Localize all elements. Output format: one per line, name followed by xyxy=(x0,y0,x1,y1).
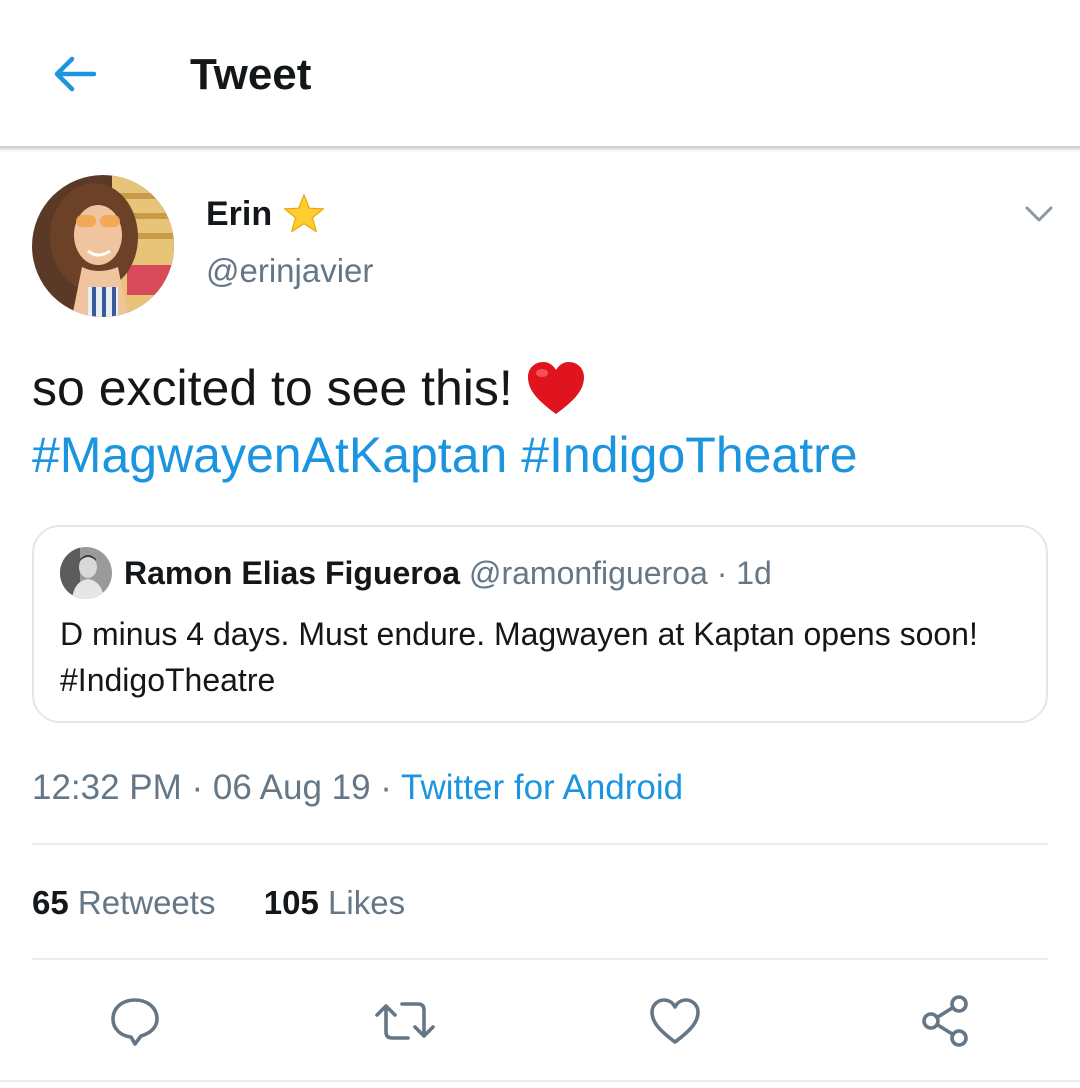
like-button[interactable] xyxy=(644,990,706,1052)
quoted-author-name: Ramon Elias Figueroa xyxy=(124,555,461,591)
page-title: Tweet xyxy=(190,50,312,99)
retweets-count: 65 xyxy=(32,884,69,921)
avatar-image xyxy=(32,175,174,317)
retweets-label: Retweets xyxy=(77,884,216,921)
top-bar: Tweet xyxy=(0,0,1080,148)
author-handle[interactable]: @erinjavier xyxy=(206,252,373,290)
quoted-author-handle: @ramonfigueroa xyxy=(468,555,708,591)
heart-emoji xyxy=(527,362,584,414)
likes-stat[interactable]: 105 Likes xyxy=(264,884,405,921)
quoted-tweet[interactable]: Ramon Elias Figueroa @ramonfigueroa · 1d… xyxy=(32,525,1048,723)
hashtag-link[interactable]: #IndigoTheatre xyxy=(521,427,857,483)
tweet-body: so excited to see this! xyxy=(32,360,513,416)
likes-label: Likes xyxy=(328,884,406,921)
tweet-menu-button[interactable] xyxy=(1018,196,1060,232)
share-icon xyxy=(922,995,968,1047)
reply-button[interactable] xyxy=(104,990,166,1052)
timestamp: 12:32 PM · 06 Aug 19 · xyxy=(32,768,402,807)
quoted-time: 1d xyxy=(736,555,772,591)
likes-count: 105 xyxy=(263,884,319,921)
retweet-button[interactable] xyxy=(374,990,436,1052)
like-icon xyxy=(650,998,700,1044)
quoted-text: D minus 4 days. Must endure. Magwayen at… xyxy=(60,616,978,698)
retweet-icon xyxy=(375,1002,435,1040)
header-divider xyxy=(0,146,1080,152)
hashtag-link[interactable]: #MagwayenAtKaptan xyxy=(32,427,507,483)
star-icon xyxy=(284,194,325,233)
share-button[interactable] xyxy=(914,990,976,1052)
back-button[interactable] xyxy=(46,46,102,102)
author-name: Erin xyxy=(206,194,273,233)
quoted-avatar xyxy=(60,547,112,599)
bottom-divider xyxy=(0,1080,1080,1082)
action-bar xyxy=(0,990,1080,1052)
chevron-down-icon xyxy=(1025,206,1053,222)
reply-icon xyxy=(111,998,159,1046)
tweet-text: so excited to see this! #MagwayenAtKapta… xyxy=(32,356,1042,490)
divider xyxy=(32,958,1048,960)
retweets-stat[interactable]: 65 Retweets xyxy=(32,884,225,921)
author-name-row[interactable]: Erin xyxy=(206,192,326,236)
divider xyxy=(32,843,1048,845)
source-link[interactable]: Twitter for Android xyxy=(401,768,683,807)
quoted-header: Ramon Elias Figueroa @ramonfigueroa · 1d xyxy=(124,553,772,593)
tweet-stats: 65 Retweets 105 Likes xyxy=(32,882,405,924)
arrow-left-icon xyxy=(54,56,96,92)
tweet-meta: 12:32 PM · 06 Aug 19 · Twitter for Andro… xyxy=(32,766,683,810)
separator: · xyxy=(716,555,728,591)
avatar[interactable] xyxy=(32,175,174,317)
